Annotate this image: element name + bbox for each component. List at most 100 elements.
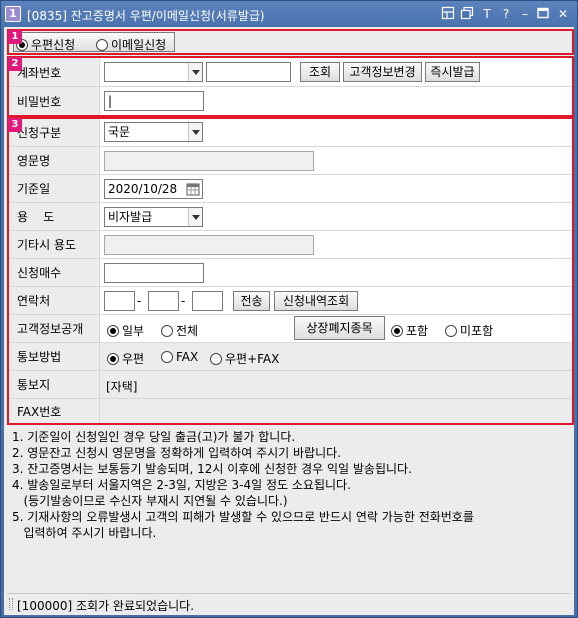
english-name-field[interactable]	[104, 151, 314, 171]
exclude-option[interactable]: 미포함	[445, 322, 493, 339]
purpose-value: 비자발급	[108, 210, 153, 224]
base-date-label: 기준일	[9, 175, 99, 202]
notice-item: 3. 잔고증명서는 보통등기 발송되며, 12시 이후에 신청한 경우 익일 발…	[12, 462, 412, 476]
base-date-field[interactable]: 2020/10/28	[104, 179, 203, 199]
notice-list: 1. 기준일이 신청일인 경우 당일 출금(고)가 불가 합니다. 2. 영문잔…	[12, 429, 572, 541]
chevron-down-icon[interactable]	[188, 208, 202, 226]
tab-email[interactable]: 이메일신청	[96, 36, 166, 54]
include-label: 포함	[406, 324, 429, 338]
section-request-type-tabs: 1 우편신청 이메일신청	[7, 29, 574, 55]
notify-postal-fax-radio[interactable]	[210, 352, 222, 365]
title-bar[interactable]: 1 [0835] 잔고증명서 우편/이메일신청(서류발급) T ? – ✕	[1, 1, 577, 27]
section-badge-3: 3	[8, 118, 22, 132]
notify-postal-fax-label: 우편+FAX	[225, 352, 280, 366]
tab-email-radio[interactable]	[96, 39, 108, 51]
disclosure-partial-label: 일부	[122, 324, 145, 338]
row-password: 비밀번호 |	[9, 87, 572, 115]
section-badge-1: 1	[8, 30, 22, 44]
purpose-label: 용 도	[9, 203, 99, 230]
notice-item: 5. 기재사항의 오류발생시 고객의 피해가 발생할 수 있으므로 반드시 연락…	[12, 510, 474, 524]
notice-item: 2. 영문잔고 신청시 영문명을 정확하게 입력하여 주시기 바랍니다.	[12, 446, 342, 460]
account-name-field[interactable]	[206, 62, 291, 82]
delisted-stocks-button[interactable]: 상장폐지종목	[294, 316, 385, 340]
issue-now-button[interactable]: 즉시발급	[425, 62, 480, 82]
other-purpose-label: 기타시 용도	[9, 231, 99, 258]
status-bar: [100000] 조회가 완료되었습니다.	[7, 593, 571, 613]
row-copies: 신청매수	[9, 259, 572, 287]
notice-item: 4. 발송일로부터 서울지역은 2-3일, 지방은 3-4일 정도 소요됩니다.	[12, 478, 351, 492]
disclosure-all-option[interactable]: 전체	[161, 322, 198, 339]
disclosure-all-radio[interactable]	[161, 324, 173, 337]
english-name-label: 영문명	[9, 147, 99, 174]
row-base-date: 기준일 2020/10/28	[9, 175, 572, 203]
include-radio[interactable]	[391, 324, 403, 337]
chevron-down-icon[interactable]	[188, 123, 202, 141]
notify-place-value: [자택]	[106, 380, 138, 394]
purpose-select[interactable]: 비자발급	[104, 207, 203, 227]
notify-fax-option[interactable]: FAX	[161, 350, 198, 364]
password-field[interactable]: |	[104, 91, 204, 111]
notice-item: (등기발송이므로 수신자 부재시 지연될 수 있습니다.)	[12, 494, 288, 508]
change-customer-info-button[interactable]: 고객정보변경	[343, 62, 422, 82]
tab-postal[interactable]: 우편신청	[16, 36, 75, 54]
close-icon[interactable]: ✕	[555, 6, 571, 22]
chevron-down-icon[interactable]	[188, 63, 202, 81]
disclosure-all-label: 전체	[176, 324, 199, 338]
contact-dash-2: -	[181, 294, 186, 308]
contact-area-code-field[interactable]	[104, 291, 135, 311]
row-english-name: 영문명	[9, 147, 572, 175]
contact-label: 연락처	[9, 287, 99, 314]
row-fax: FAX번호	[9, 399, 572, 423]
notify-fax-label: FAX	[176, 350, 199, 364]
tab-email-label: 이메일신청	[111, 38, 167, 52]
exclude-label: 미포함	[460, 324, 494, 338]
copies-label: 신청매수	[9, 259, 99, 286]
text-size-icon[interactable]: T	[479, 6, 495, 22]
request-type-select[interactable]: 국문	[104, 122, 203, 142]
contact-line-field[interactable]	[192, 291, 223, 311]
contact-dash-1: -	[137, 294, 142, 308]
notify-postal-fax-option[interactable]: 우편+FAX	[210, 350, 279, 367]
disclosure-partial-option[interactable]: 일부	[107, 322, 144, 339]
section-request-details: 3 신청구분 국문 영문명 기준일 2020/10/28 용 도 비자발급 기타…	[7, 117, 574, 425]
row-notify-place: 통보지 [자택]	[9, 371, 572, 399]
inquiry-button[interactable]: 조회	[300, 62, 340, 82]
section-account: 2 계좌번호 조회 고객정보변경 즉시발급 비밀번호 |	[7, 56, 574, 117]
notify-postal-radio[interactable]	[107, 352, 119, 365]
contact-prefix-field[interactable]	[148, 291, 179, 311]
calendar-icon[interactable]	[186, 182, 200, 196]
row-account: 계좌번호 조회 고객정보변경 즉시발급	[9, 58, 572, 87]
notify-method-label: 통보방법	[9, 343, 99, 370]
row-disclosure: 고객정보공개 일부 전체 상장폐지종목 포함 미포함	[9, 315, 572, 343]
other-purpose-field[interactable]	[104, 235, 314, 255]
disclosure-label: 고객정보공개	[9, 315, 99, 342]
base-date-value: 2020/10/28	[108, 182, 178, 196]
maximize-icon[interactable]	[536, 6, 552, 22]
title-toolbar: T ? – ✕	[441, 6, 571, 22]
request-type-label: 신청구분	[9, 119, 99, 146]
window-number-badge: 1	[5, 6, 21, 22]
disclosure-partial-radio[interactable]	[107, 324, 119, 337]
status-message: [100000] 조회가 완료되었습니다.	[17, 599, 195, 613]
account-number-select[interactable]	[104, 62, 203, 82]
layout-icon[interactable]	[441, 6, 457, 22]
row-notify-method: 통보방법 우편 FAX 우편+FAX	[9, 343, 572, 371]
exclude-radio[interactable]	[445, 324, 457, 337]
send-button[interactable]: 전송	[233, 291, 270, 311]
minimize-icon[interactable]: –	[517, 6, 533, 22]
password-label: 비밀번호	[9, 87, 99, 115]
copy-window-icon[interactable]	[460, 6, 476, 22]
notify-fax-radio[interactable]	[161, 351, 173, 363]
row-purpose: 용 도 비자발급	[9, 203, 572, 231]
request-history-button[interactable]: 신청내역조회	[274, 291, 358, 311]
tab-postal-label: 우편신청	[31, 38, 76, 52]
section-badge-2: 2	[8, 57, 22, 71]
copies-field[interactable]	[104, 263, 204, 283]
notify-postal-label: 우편	[122, 352, 145, 366]
row-request-type: 신청구분 국문	[9, 119, 572, 147]
help-icon[interactable]: ?	[498, 6, 514, 22]
request-type-value: 국문	[108, 125, 131, 139]
window-title: [0835] 잔고증명서 우편/이메일신청(서류발급)	[27, 9, 265, 23]
include-option[interactable]: 포함	[391, 322, 428, 339]
notify-postal-option[interactable]: 우편	[107, 350, 144, 367]
